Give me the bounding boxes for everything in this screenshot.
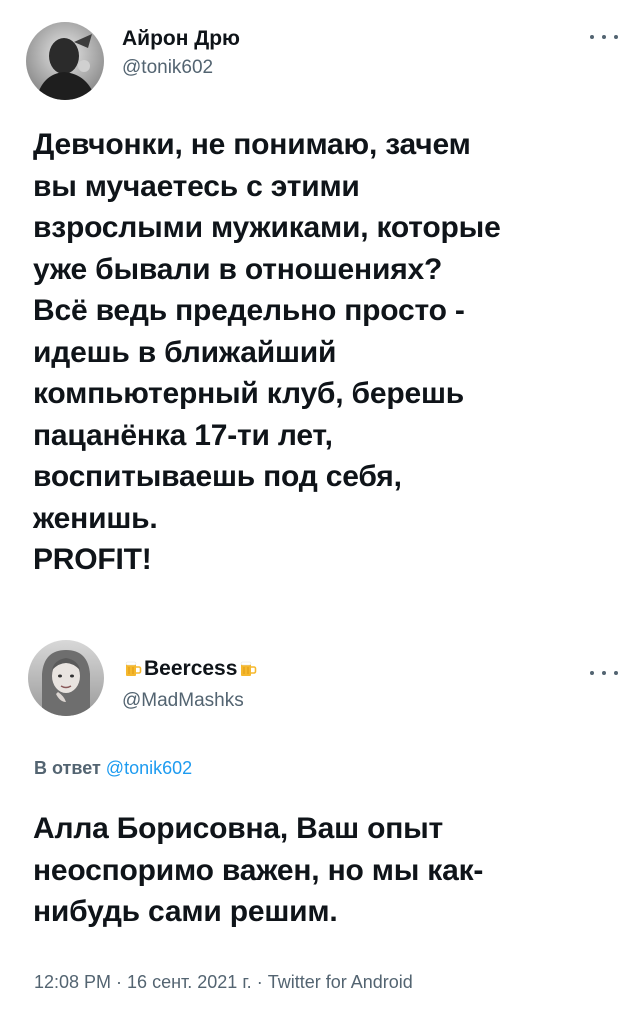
- tweet-date[interactable]: 16 сент. 2021 г.: [127, 972, 252, 992]
- beer-mug-icon: [239, 659, 257, 677]
- reply-mention-link[interactable]: @tonik602: [106, 758, 192, 778]
- avatar[interactable]: [28, 640, 104, 716]
- tweet-time[interactable]: 12:08 PM: [34, 972, 111, 992]
- tweet-text: Алла Борисовна, Ваш опыт неоспоримо важе…: [33, 812, 484, 928]
- beer-mug-icon: [124, 659, 142, 677]
- reply-label: В ответ: [34, 758, 101, 778]
- tweet-metadata: 12:08 PM · 16 сент. 2021 г. · Twitter for An…: [34, 972, 413, 993]
- tweet-source[interactable]: Twitter for Android: [268, 972, 413, 992]
- tweet-text: Девчонки, не понимаю, зачем вы мучаетесь…: [33, 128, 501, 576]
- display-name-text: Beercess: [144, 657, 238, 680]
- user-handle[interactable]: @MadMashks: [122, 690, 244, 712]
- original-tweet: Айрон Дрю @tonik602 Девчонки, не понимаю…: [0, 0, 640, 620]
- separator: ·: [256, 972, 263, 992]
- display-name[interactable]: Айрон Дрю: [122, 27, 240, 51]
- more-options-icon[interactable]: [590, 666, 618, 680]
- replying-to: В ответ @tonik602: [34, 758, 192, 779]
- more-options-icon[interactable]: [590, 30, 618, 44]
- display-name[interactable]: Beercess: [122, 657, 259, 681]
- user-handle[interactable]: @tonik602: [122, 57, 213, 79]
- avatar[interactable]: [26, 22, 104, 100]
- separator: ·: [116, 972, 123, 992]
